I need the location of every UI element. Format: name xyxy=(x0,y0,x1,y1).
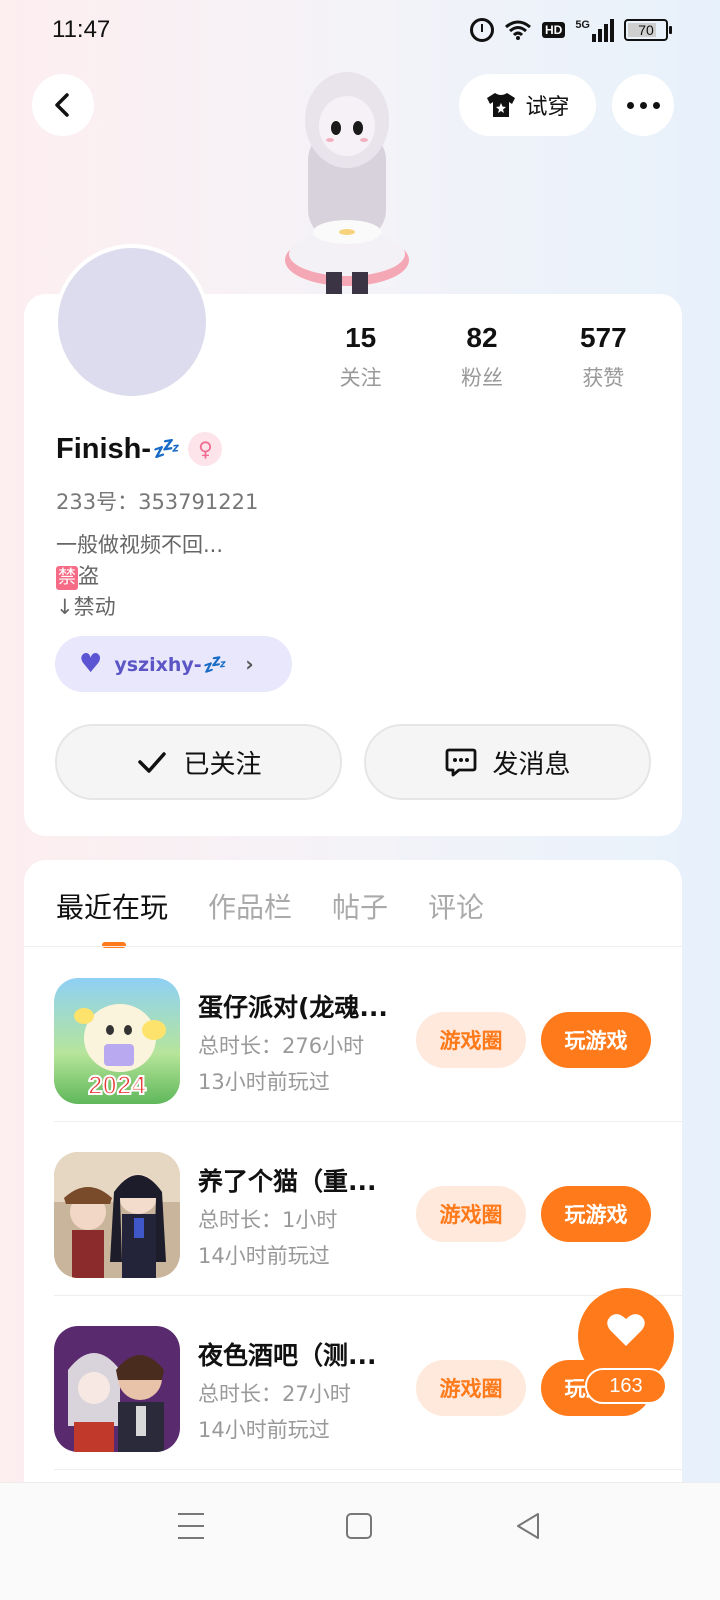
following-label: 关注 xyxy=(339,366,382,390)
game-last-played: 14小时前玩过 xyxy=(198,1244,330,1268)
tab-works[interactable]: 作品栏 xyxy=(208,886,292,926)
try-on-label: 试穿 xyxy=(525,95,570,120)
game-last-played: 13小时前玩过 xyxy=(198,1070,330,1094)
game-total-time: 总时长：1小时 xyxy=(198,1208,338,1232)
bio-line: 禁盗 xyxy=(56,561,223,592)
more-dot-icon xyxy=(626,101,634,109)
couple-name: yszixhy-💤 xyxy=(114,653,225,676)
likes-count: 577 xyxy=(579,322,627,353)
message-button[interactable]: 发消息 xyxy=(364,724,651,800)
sleep-emoji-icon: 💤 xyxy=(201,653,226,676)
message-label: 发消息 xyxy=(492,749,571,780)
more-dot-icon xyxy=(639,101,647,109)
likes-label: 获赞 xyxy=(582,366,625,390)
tab-bar: 最近在玩 作品栏 帖子 评论 xyxy=(56,886,484,926)
avatar-character[interactable] xyxy=(272,60,422,296)
status-bar: 11:47 HD 5G 70 xyxy=(0,0,720,64)
hd-badge: HD xyxy=(541,22,566,38)
home-icon[interactable] xyxy=(346,1513,372,1539)
system-nav-bar xyxy=(0,1482,720,1600)
game-icon xyxy=(54,1326,180,1452)
tshirt-icon xyxy=(487,93,516,117)
status-icons: HD 5G 70 xyxy=(469,18,672,42)
couple-name-text: yszixhy- xyxy=(114,653,202,676)
play-game-button[interactable]: 玩游戏 xyxy=(541,1012,651,1068)
game-row[interactable]: 养了个猫（重... 总时长：1小时 14小时前玩过 游戏圈 玩游戏 xyxy=(54,1122,682,1296)
couple-chip[interactable]: ♥ yszixhy-💤 › xyxy=(55,636,292,692)
divider xyxy=(24,946,682,947)
recent-apps-icon[interactable] xyxy=(178,1513,204,1539)
game-name: 养了个猫（重... xyxy=(198,1167,377,1196)
female-gender-icon: ♀ xyxy=(188,432,223,466)
stat-likes[interactable]: 577 获赞 xyxy=(543,322,664,392)
check-icon xyxy=(138,752,167,773)
chevron-left-icon xyxy=(55,93,69,117)
bio: 一般做视频不回... 禁盗 ↓禁动 xyxy=(56,530,223,623)
game-total-time: 总时长：276小时 xyxy=(198,1034,365,1058)
game-name: 蛋仔派对(龙魂... xyxy=(198,993,388,1022)
tab-posts[interactable]: 帖子 xyxy=(332,886,388,926)
wifi-icon xyxy=(504,19,532,41)
chevron-right-icon: › xyxy=(245,652,254,676)
bio-line-text: 盗 xyxy=(78,564,99,588)
more-options-button[interactable] xyxy=(612,74,674,136)
status-time: 11:47 xyxy=(52,16,111,43)
profile-stats: 15 关注 82 粉丝 577 获赞 xyxy=(314,322,664,392)
user-id: 233号：353791221 xyxy=(56,490,259,514)
follow-button[interactable]: 已关注 xyxy=(55,724,342,800)
tab-recent-play[interactable]: 最近在玩 xyxy=(56,886,168,926)
divider xyxy=(54,1469,682,1470)
tab-comments[interactable]: 评论 xyxy=(428,886,484,926)
like-count: 163 xyxy=(585,1368,667,1404)
signal-icon xyxy=(592,18,614,42)
back-triangle-icon[interactable] xyxy=(514,1511,542,1541)
username-row: Finish- 💤 ♀ xyxy=(56,432,223,466)
followers-count: 82 xyxy=(466,322,498,353)
game-last-played: 14小时前玩过 xyxy=(198,1418,330,1442)
game-name: 夜色酒吧（测... xyxy=(198,1341,377,1370)
game-row[interactable]: 2024 蛋仔派对(龙魂... 总时长：276小时 13小时前玩过 游戏圈 玩游… xyxy=(54,948,682,1122)
avatar[interactable] xyxy=(54,244,210,400)
network-label: 5G xyxy=(575,19,590,31)
game-circle-button[interactable]: 游戏圈 xyxy=(416,1360,526,1416)
follow-label: 已关注 xyxy=(183,749,262,780)
followers-label: 粉丝 xyxy=(460,366,503,390)
back-button[interactable] xyxy=(32,74,94,136)
alarm-icon xyxy=(469,18,494,42)
following-count: 15 xyxy=(345,322,377,353)
username: Finish- xyxy=(56,432,152,465)
sleep-emoji-icon: 💤 xyxy=(151,436,179,462)
game-circle-button[interactable]: 游戏圈 xyxy=(416,1186,526,1242)
bio-line: ↓禁动 xyxy=(56,595,116,619)
stat-followers[interactable]: 82 粉丝 xyxy=(421,322,542,392)
heart-icon: ♥ xyxy=(79,649,103,679)
more-dot-icon xyxy=(652,101,660,109)
game-icon: 2024 xyxy=(54,978,180,1104)
game-icon xyxy=(54,1152,180,1278)
bio-line: 一般做视频不回... xyxy=(56,533,224,557)
try-on-button[interactable]: 试穿 xyxy=(459,74,596,136)
game-total-time: 总时长：27小时 xyxy=(198,1382,351,1406)
heart-icon xyxy=(607,1314,645,1346)
game-icon-text: 2024 xyxy=(88,1070,146,1100)
play-game-button[interactable]: 玩游戏 xyxy=(541,1186,651,1242)
chat-bubble-icon xyxy=(446,748,477,777)
game-circle-button[interactable]: 游戏圈 xyxy=(416,1012,526,1068)
stat-following[interactable]: 15 关注 xyxy=(300,322,421,392)
battery-icon: 70 xyxy=(624,19,672,41)
ban-badge: 禁 xyxy=(56,566,78,590)
